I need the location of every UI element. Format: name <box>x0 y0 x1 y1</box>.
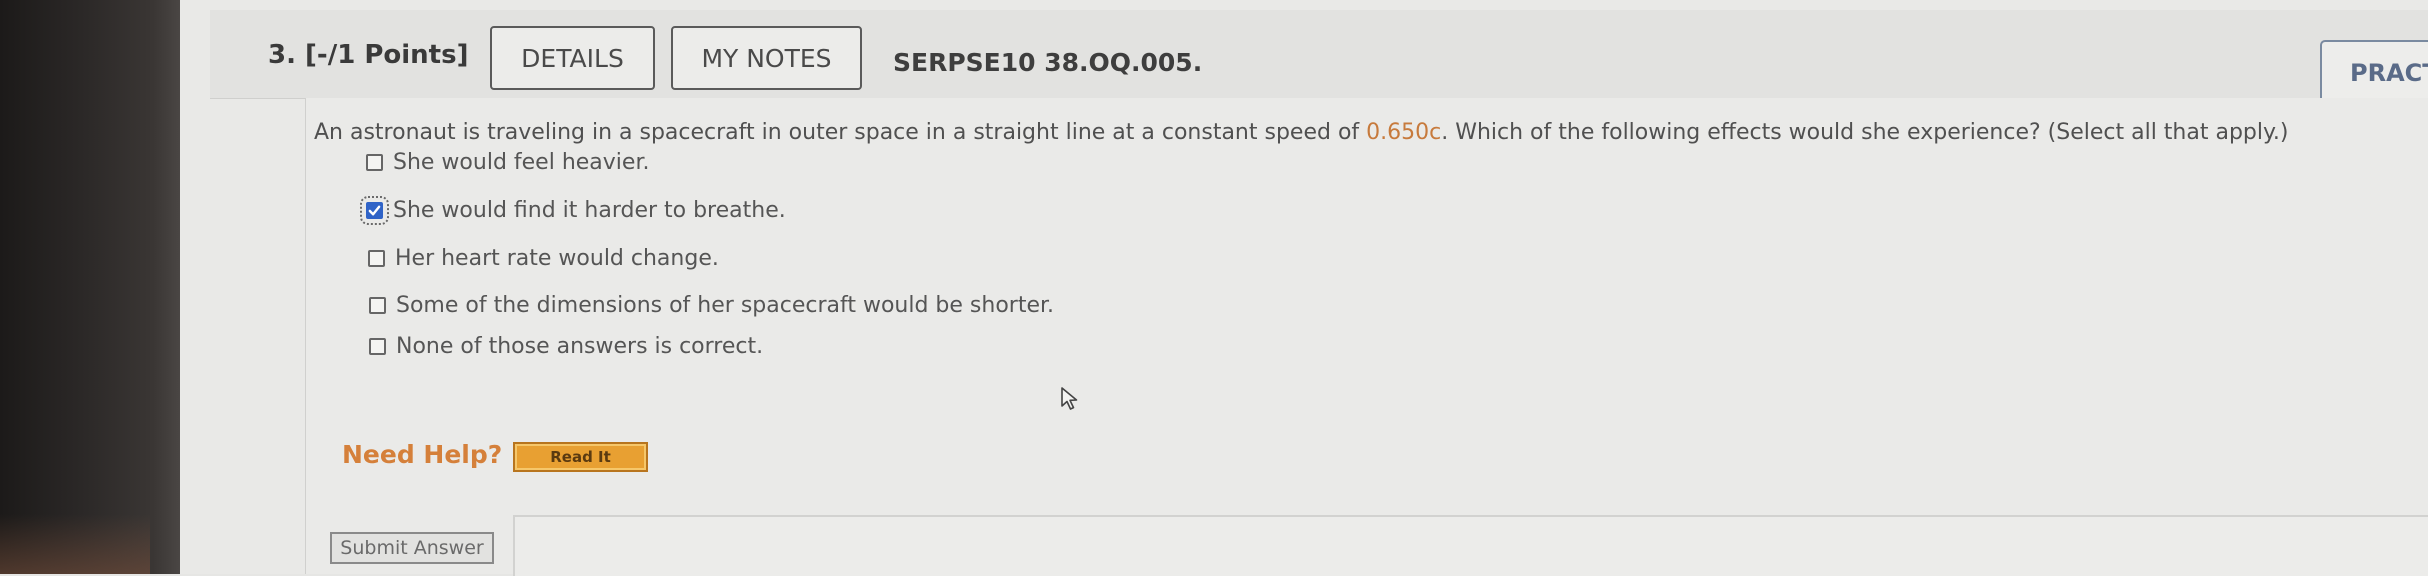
option-none-correct[interactable]: None of those answers is correct. <box>369 334 763 359</box>
option-dimensions-shorter[interactable]: Some of the dimensions of her spacecraft… <box>369 293 1054 318</box>
bezel-glare <box>0 514 150 574</box>
option-label: Her heart rate would change. <box>395 246 719 271</box>
prompt-text-end: . Which of the following effects would s… <box>1441 120 2289 145</box>
read-it-button[interactable]: Read It <box>513 442 648 472</box>
option-label: Some of the dimensions of her spacecraft… <box>396 293 1055 318</box>
option-label: She would feel heavier. <box>393 150 650 175</box>
question-prompt: An astronaut is traveling in a spacecraf… <box>314 120 2288 145</box>
practice-button[interactable]: PRACTIC <box>2320 40 2428 106</box>
submit-answer-button[interactable]: Submit Answer <box>330 532 494 564</box>
question-panel: 3. [-/1 Points] DETAILS MY NOTES SERPSE1… <box>180 0 2428 576</box>
checkmark-icon <box>368 205 381 216</box>
checkbox-checked[interactable] <box>360 196 389 225</box>
checkbox[interactable] <box>369 338 386 355</box>
question-header: 3. [-/1 Points] DETAILS MY NOTES SERPSE1… <box>210 10 2428 106</box>
option-harder-to-breathe[interactable]: She would find it harder to breathe. <box>360 196 786 225</box>
my-notes-button[interactable]: MY NOTES <box>671 26 862 90</box>
option-heart-rate[interactable]: Her heart rate would change. <box>368 246 719 271</box>
question-source-id: SERPSE10 38.OQ.005. <box>893 48 1203 77</box>
checkbox[interactable] <box>368 250 385 267</box>
option-feel-heavier[interactable]: She would feel heavier. <box>366 150 649 175</box>
details-button[interactable]: DETAILS <box>490 26 655 90</box>
prompt-speed-value: 0.650c <box>1366 120 1442 145</box>
mouse-pointer-icon <box>1061 387 1078 410</box>
answer-area <box>513 515 2428 576</box>
checkbox[interactable] <box>369 297 386 314</box>
option-label: She would find it harder to breathe. <box>393 198 786 223</box>
option-label: None of those answers is correct. <box>396 334 764 359</box>
question-number: 3. [-/1 Points] <box>268 40 469 70</box>
need-help-label: Need Help? <box>342 440 503 469</box>
checkbox[interactable] <box>366 154 383 171</box>
prompt-text-start: An astronaut is traveling in a spacecraf… <box>314 120 1367 145</box>
monitor-bezel-left <box>0 0 180 574</box>
